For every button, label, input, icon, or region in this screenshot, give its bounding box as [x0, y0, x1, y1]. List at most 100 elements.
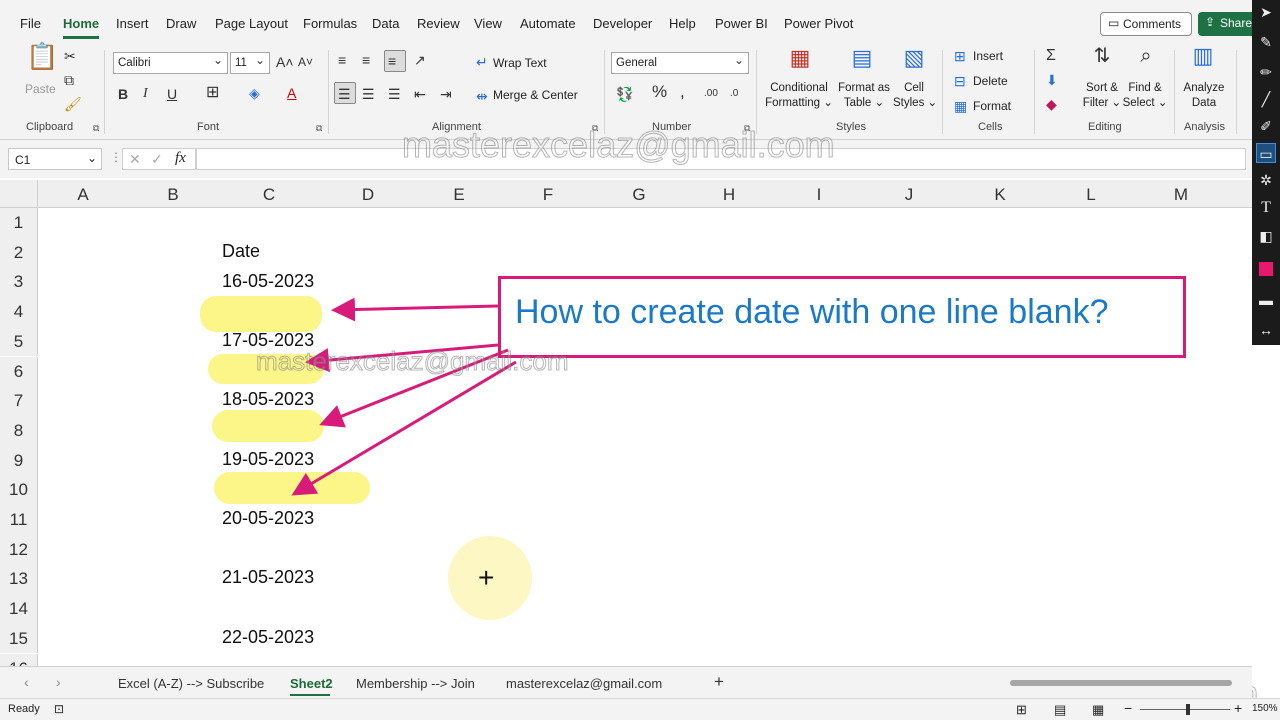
name-box[interactable]: C1 ⌄ — [8, 148, 102, 170]
text-icon[interactable]: T — [1256, 198, 1276, 218]
number-format-select[interactable]: General — [611, 52, 749, 74]
align-center-icon[interactable]: ☰ — [362, 86, 375, 102]
column-header-l[interactable]: L — [1046, 180, 1136, 208]
wrap-text-button[interactable]: Wrap Text — [493, 56, 547, 70]
tab-data[interactable]: Data — [372, 16, 399, 31]
row-header-1[interactable]: 1 — [0, 208, 38, 238]
column-header-b[interactable]: B — [128, 180, 218, 208]
row-header-6[interactable]: 6 — [0, 356, 38, 387]
cell-c11[interactable]: 20-05-2023 — [222, 508, 314, 529]
sheet-tab-sheet2[interactable]: Sheet2 — [290, 676, 333, 691]
underline-icon[interactable]: U — [167, 86, 177, 102]
paste-icon[interactable]: 📋 — [26, 43, 58, 80]
color-swatch[interactable] — [1259, 262, 1273, 276]
align-top-icon[interactable]: ≡ — [338, 52, 346, 68]
row-header-8[interactable]: 8 — [0, 415, 38, 446]
add-sheet-button[interactable]: + — [714, 672, 724, 692]
decrease-decimal-icon[interactable]: .0 — [730, 86, 738, 102]
bold-icon[interactable]: B — [118, 86, 128, 102]
italic-icon[interactable]: I — [143, 86, 148, 102]
analyze-data-icon[interactable]: ▥ — [1188, 45, 1218, 76]
sort-filter-button[interactable]: Sort & Filter ⌄ — [1080, 81, 1124, 111]
row-header-12[interactable]: 12 — [0, 534, 38, 565]
increase-decimal-icon[interactable]: .00 — [704, 86, 718, 102]
tab-page-layout[interactable]: Page Layout — [215, 16, 288, 31]
font-color-icon[interactable]: A — [287, 85, 296, 101]
row-header-9[interactable]: 9 — [0, 445, 38, 476]
column-header-i[interactable]: I — [774, 180, 864, 208]
column-header-c[interactable]: C — [218, 180, 320, 208]
tab-home[interactable]: Home — [63, 16, 99, 31]
tab-file[interactable]: File — [20, 16, 41, 31]
align-right-icon[interactable]: ☰ — [388, 86, 401, 102]
analyze-data-button[interactable]: Analyze Data — [1180, 81, 1228, 111]
cell-c9[interactable]: 19-05-2023 — [222, 449, 314, 470]
zoom-in-icon[interactable]: + — [1234, 700, 1242, 716]
share-button[interactable]: ⇪ Share — [1198, 12, 1256, 36]
row-header-14[interactable]: 14 — [0, 594, 38, 624]
increase-font-icon[interactable]: A˄ — [276, 54, 294, 70]
format-as-table-button[interactable]: Format as Table ⌄ — [836, 81, 892, 111]
fill-color-icon[interactable]: ◈ — [249, 85, 260, 101]
marker-icon[interactable]: ✏ — [1256, 62, 1276, 82]
normal-view-icon[interactable]: ⊞ — [1016, 702, 1027, 718]
column-header-k[interactable]: K — [954, 180, 1046, 208]
column-header-a[interactable]: A — [38, 180, 128, 208]
orientation-icon[interactable]: ↗ — [414, 52, 426, 68]
clipboard-launcher-icon[interactable]: ⧉ — [93, 123, 99, 134]
cell-c15[interactable]: 22-05-2023 — [222, 627, 314, 648]
column-header-d[interactable]: D — [320, 180, 416, 208]
accounting-icon[interactable]: 💱 — [616, 86, 633, 102]
tab-insert[interactable]: Insert — [116, 16, 149, 31]
row-header-11[interactable]: 11 — [0, 505, 38, 535]
column-header-j[interactable]: J — [864, 180, 954, 208]
tab-formulas[interactable]: Formulas — [303, 16, 357, 31]
zoom-slider-handle[interactable] — [1186, 704, 1190, 715]
tab-draw[interactable]: Draw — [166, 16, 196, 31]
increase-indent-icon[interactable]: ⇥ — [440, 86, 452, 102]
page-break-view-icon[interactable]: ▦ — [1092, 702, 1104, 718]
tab-power-pivot[interactable]: Power Pivot — [784, 16, 853, 31]
effects-icon[interactable]: ✲ — [1256, 170, 1276, 190]
select-all-corner[interactable] — [0, 180, 38, 208]
clear-icon[interactable]: ◆ — [1046, 96, 1057, 112]
insert-cells-button[interactable]: Insert — [973, 49, 1003, 63]
row-header-15[interactable]: 15 — [0, 623, 38, 654]
conditional-formatting-icon[interactable]: ▦ — [786, 47, 814, 76]
merge-center-button[interactable]: Merge & Center — [493, 88, 578, 102]
row-header-13[interactable]: 13 — [0, 564, 38, 595]
collapse-toolbar-icon[interactable]: ↔ — [1256, 320, 1276, 340]
percent-icon[interactable]: % — [652, 83, 667, 100]
cell-c7[interactable]: 18-05-2023 — [222, 389, 314, 410]
row-header-7[interactable]: 7 — [0, 386, 38, 416]
sheet-tab-email[interactable]: masterexcelaz@gmail.com — [506, 676, 662, 691]
pen-icon[interactable]: ✎ — [1256, 32, 1276, 52]
column-header-g[interactable]: G — [594, 180, 684, 208]
cell-c2[interactable]: Date — [222, 241, 260, 262]
horizontal-scrollbar[interactable] — [1010, 680, 1232, 686]
column-header-f[interactable]: F — [502, 180, 594, 208]
enter-icon[interactable]: ✓ — [151, 151, 163, 168]
font-size-select[interactable]: 11 — [230, 52, 270, 74]
cell-c3[interactable]: 16-05-2023 — [222, 271, 314, 292]
pointer-icon[interactable]: ➤ — [1256, 2, 1276, 22]
row-header-2[interactable]: 2 — [0, 237, 38, 268]
tab-automate[interactable]: Automate — [520, 16, 576, 31]
scroll-left-icon[interactable]: ‹ — [24, 674, 29, 690]
cancel-icon[interactable]: ✕ — [129, 151, 141, 168]
highlighter-icon[interactable]: ✐ — [1256, 116, 1276, 136]
column-header-m[interactable]: M — [1136, 180, 1226, 208]
tab-power-bi[interactable]: Power BI — [715, 16, 768, 31]
delete-cells-button[interactable]: Delete — [973, 74, 1008, 88]
comments-button[interactable]: ▭ Comments — [1100, 12, 1192, 36]
sheet-tab-excel-a-z[interactable]: Excel (A-Z) --> Subscribe — [118, 676, 264, 691]
font-launcher-icon[interactable]: ⧉ — [316, 123, 322, 134]
row-header-3[interactable]: 3 — [0, 267, 38, 298]
comma-icon[interactable]: , — [680, 83, 685, 100]
column-header-h[interactable]: H — [684, 180, 774, 208]
find-select-button[interactable]: Find & Select ⌄ — [1122, 81, 1168, 111]
stroke-width-icon[interactable]: ▬ — [1256, 290, 1276, 310]
borders-icon[interactable]: ⊞ — [206, 85, 219, 101]
eraser-icon[interactable]: ◧ — [1256, 226, 1276, 246]
sheet-tab-membership[interactable]: Membership --> Join — [356, 676, 475, 691]
